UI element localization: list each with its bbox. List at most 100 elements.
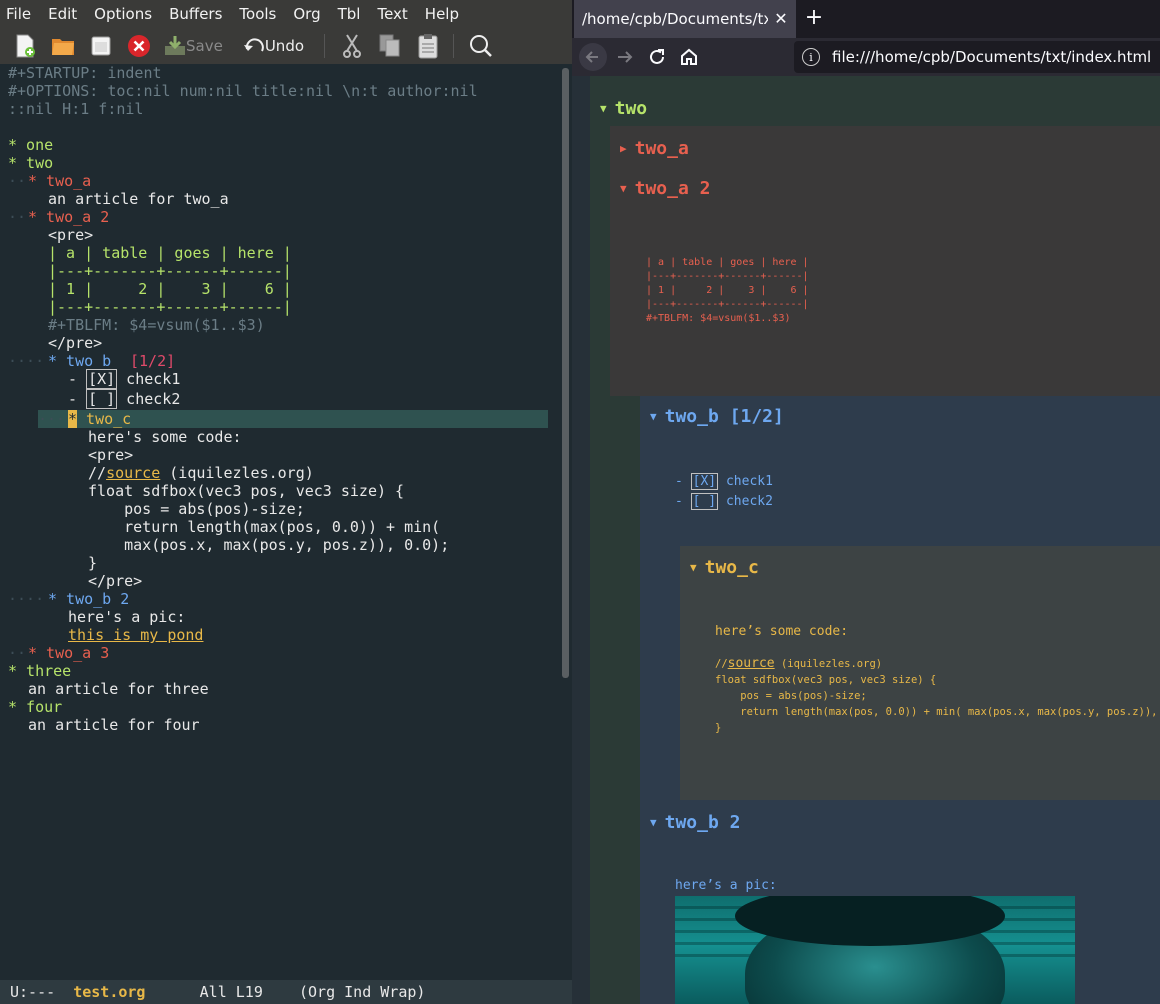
text-cursor: * — [68, 410, 78, 428]
heading-two-c-label: two_c — [77, 410, 132, 428]
checkbox-item[interactable]: - [ ] check2 — [68, 389, 180, 409]
pre-close: </pre> — [48, 334, 103, 352]
expand-triangle-icon[interactable]: ▼ — [620, 182, 627, 195]
menu-text[interactable]: Text — [377, 5, 407, 23]
cut-icon[interactable] — [339, 33, 365, 59]
table-row: |---+-------+------+------| — [646, 271, 809, 282]
expand-triangle-icon[interactable]: ▼ — [650, 816, 657, 829]
tab-title: /home/cpb/Documents/txt/ — [582, 10, 784, 28]
section-two-b[interactable]: ▼ two_b [1/2] — [650, 406, 784, 427]
heading-two-c: * two_c — [68, 410, 131, 428]
code-line: return length(max(pos, 0.0)) + min( — [88, 518, 441, 536]
search-icon[interactable] — [468, 33, 494, 59]
comment-text: (iquilezles.org) — [774, 658, 883, 670]
pre-open: <pre> — [88, 446, 134, 464]
toolbar-separator — [453, 34, 455, 58]
emacs-menubar: File Edit Options Buffers Tools Org Tbl … — [0, 0, 572, 28]
section-title: two_b 2 — [664, 812, 741, 833]
code-line: } — [715, 722, 722, 734]
page-content: ▼ two ▶ two_a ▼ two_a 2 | a | table | goes … — [572, 76, 1160, 1004]
table-row: | a | table | goes | here | — [646, 257, 809, 268]
heading-two-a: * two_a — [28, 172, 92, 190]
progress-cookie: [1/2] — [130, 352, 176, 370]
source-link[interactable]: source — [728, 656, 775, 671]
copy-icon[interactable] — [377, 33, 403, 59]
menu-org[interactable]: Org — [293, 5, 320, 23]
emacs-toolbar: Save Undo — [0, 28, 572, 64]
menu-file[interactable]: File — [6, 5, 31, 23]
tab-index[interactable]: /home/cpb/Documents/txt/ — [574, 0, 796, 38]
section-title: two_a 2 — [634, 178, 711, 199]
checkbox-label: check2 — [725, 494, 773, 509]
home-icon[interactable] — [674, 42, 704, 72]
section-two-b-2[interactable]: ▼ two_b 2 — [650, 812, 740, 833]
expand-triangle-icon[interactable]: ▼ — [650, 410, 657, 423]
forward-icon[interactable] — [610, 42, 640, 72]
pond-link[interactable]: this is my pond — [68, 626, 203, 644]
checkbox-unchecked[interactable]: [ ] — [690, 493, 719, 510]
body-text: here's some code: — [88, 428, 242, 446]
code-intro: here’s some code: — [715, 624, 849, 639]
options-line-cont: ::nil H:1 f:nil — [8, 100, 144, 118]
list-bullet: - — [68, 390, 87, 408]
open-folder-icon[interactable] — [50, 33, 76, 59]
menu-options[interactable]: Options — [94, 5, 152, 23]
close-buffer-icon[interactable] — [126, 33, 152, 59]
code-line: max(pos.x, max(pos.y, pos.z)), 0.0); — [88, 536, 450, 554]
menu-edit[interactable]: Edit — [48, 5, 77, 23]
heading-two-b: * two_b — [48, 352, 112, 370]
new-file-icon[interactable] — [12, 33, 38, 59]
emacs-scrollbar[interactable] — [560, 64, 572, 980]
toolbar-separator — [324, 34, 326, 58]
source-link[interactable]: source — [106, 464, 160, 482]
comment-slashes: // — [715, 658, 728, 670]
org-buffer[interactable]: #+STARTUP: indent #+OPTIONS: toc:nil num… — [0, 64, 560, 980]
checkbox-item[interactable]: - [ ] check2 — [675, 492, 773, 512]
code-block: //source (iquilezles.org) float sdfbox(ve… — [715, 656, 1160, 736]
menu-help[interactable]: Help — [425, 5, 459, 23]
comment-slashes: // — [88, 464, 107, 482]
menu-tbl[interactable]: Tbl — [338, 5, 361, 23]
url-bar[interactable]: i file:///home/cpb/Documents/txt/index.ht… — [794, 41, 1160, 73]
heading-two-b-2: * two_b 2 — [48, 590, 130, 608]
menu-buffers[interactable]: Buffers — [169, 5, 222, 23]
checkbox-item[interactable]: - [X] check1 — [68, 369, 180, 389]
buffer-position: All L19 — [145, 983, 299, 1001]
table-row: |---+-------+------+------| — [48, 298, 292, 316]
collapsed-triangle-icon[interactable]: ▶ — [620, 142, 627, 155]
browser-window: /home/cpb/Documents/txt/ ✕ + i file:///ho… — [572, 0, 1160, 1004]
checkbox-item[interactable]: - [X] check1 — [675, 472, 773, 492]
save-icon — [165, 36, 185, 55]
reload-icon[interactable] — [642, 42, 672, 72]
checkbox-label: check1 — [725, 474, 773, 489]
section-two[interactable]: ▼ two — [600, 98, 647, 119]
checkbox-checked[interactable]: [X] — [690, 473, 719, 490]
paste-icon[interactable] — [415, 33, 441, 59]
tblfm-line: #+TBLFM: $4=vsum($1..$3) — [48, 316, 265, 334]
expand-triangle-icon[interactable]: ▼ — [600, 102, 607, 115]
mode-line: U:--- test.org All L19 (Org Ind Wrap) — [0, 980, 572, 1004]
section-title: two_b — [664, 406, 719, 427]
heading-two-a-2: * two_a 2 — [28, 208, 110, 226]
new-tab-icon[interactable]: + — [802, 0, 826, 38]
indent-dots: ·· — [8, 644, 27, 662]
checkbox-checked[interactable]: [X] — [86, 369, 118, 389]
section-two-a-2[interactable]: ▼ two_a 2 — [620, 178, 710, 199]
section-two-c[interactable]: ▼ two_c — [690, 557, 759, 578]
tab-close-icon[interactable]: ✕ — [768, 0, 794, 38]
scrollbar-thumb[interactable] — [562, 68, 569, 678]
undo-button[interactable]: Undo — [243, 37, 304, 55]
back-icon[interactable] — [578, 42, 608, 72]
pic-intro: here’s a pic: — [675, 878, 777, 893]
section-title: two — [614, 98, 648, 119]
code-line: pos = abs(pos)-size; — [88, 500, 305, 518]
save-button[interactable]: Save — [164, 36, 223, 56]
expand-triangle-icon[interactable]: ▼ — [690, 561, 697, 574]
code-line: pos = abs(pos)-size; — [715, 690, 867, 702]
body-text: an article for four — [28, 716, 200, 734]
menu-tools[interactable]: Tools — [239, 5, 276, 23]
checkbox-unchecked[interactable]: [ ] — [86, 389, 118, 409]
dired-icon[interactable] — [88, 33, 114, 59]
section-two-a[interactable]: ▶ two_a — [620, 138, 689, 159]
site-info-icon[interactable]: i — [802, 48, 820, 66]
